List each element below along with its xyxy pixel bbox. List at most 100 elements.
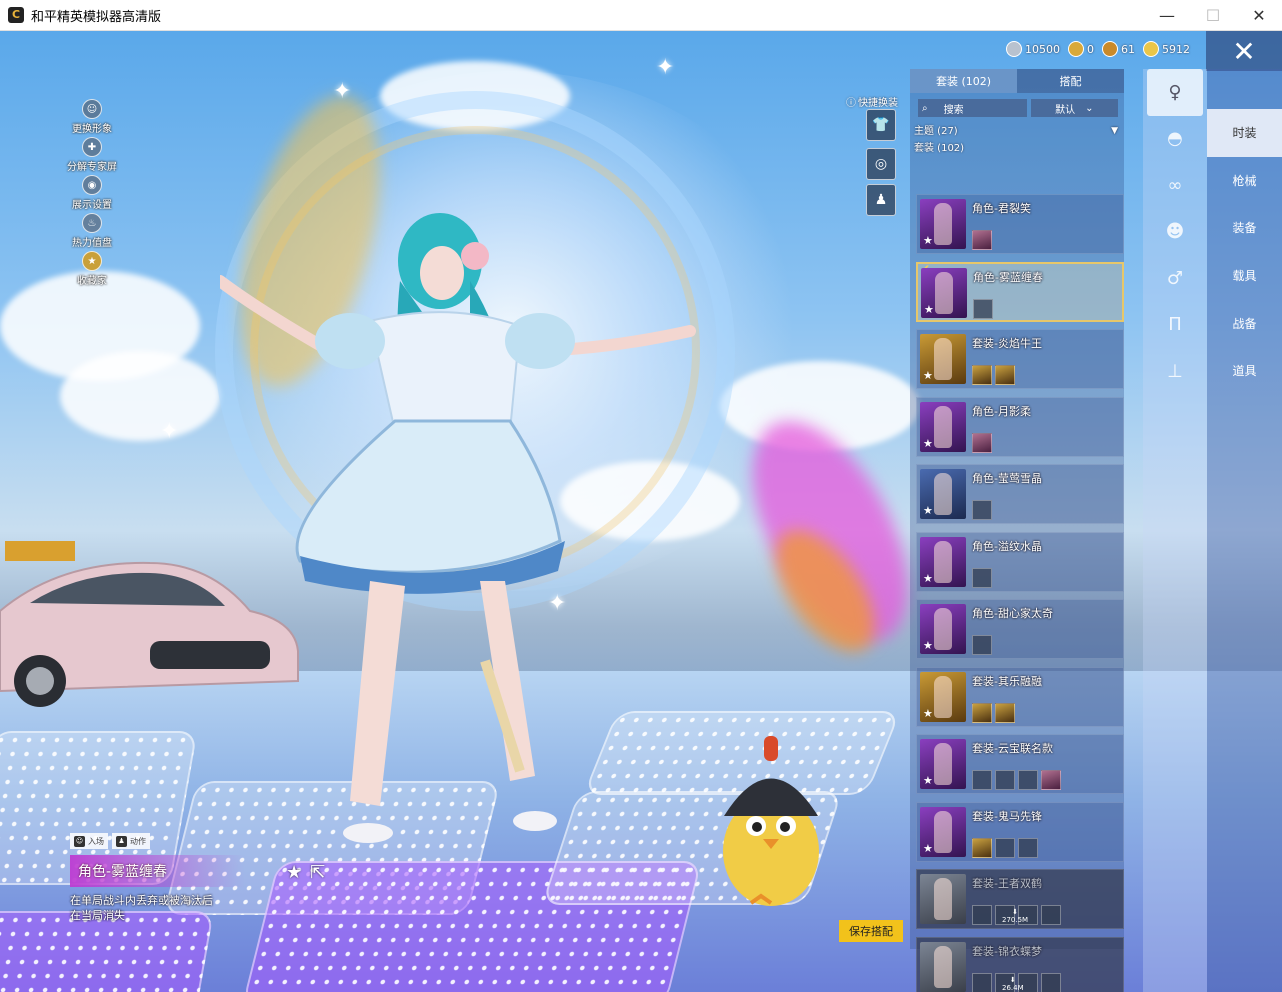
top-icon[interactable]: ♂ — [1143, 255, 1207, 302]
section-equipment[interactable]: 装备 — [1207, 204, 1282, 252]
outfit-name: 套装-云宝联名款 — [972, 742, 1053, 755]
list-item-locked[interactable]: 套装-王者双鹤 ⬇ 270.5M — [916, 869, 1124, 929]
list-item[interactable]: ★ 套装-炎焰牛王 — [916, 329, 1124, 389]
outfit-thumbnail: ★ — [920, 739, 966, 789]
list-item[interactable]: ★ 套装-云宝联名款 — [916, 734, 1124, 794]
favorite-star-icon[interactable]: ★ — [923, 234, 933, 247]
left-menu-item-display-settings[interactable]: ◉ 展示设置 — [62, 175, 122, 213]
quick-slot-outfit[interactable]: 👕 — [866, 109, 896, 141]
left-menu-item-split[interactable]: ✚ 分解专家屏 — [62, 137, 122, 175]
list-item-locked[interactable]: 套装-锦衣蝶梦 ⬇ 26.4M — [916, 936, 1124, 992]
quick-change-label: ⓘ 快捷换装 — [846, 94, 898, 109]
sort-label: 默认 — [1055, 104, 1076, 116]
download-badge[interactable]: ⬇ 270.5M — [1002, 908, 1028, 924]
category-theme[interactable]: 主题 (27) ▼ — [914, 123, 1124, 140]
favorite-star-icon[interactable]: ★ — [923, 504, 933, 517]
favorite-star-icon[interactable]: ★ — [923, 842, 933, 855]
part-thumbnail — [972, 770, 992, 790]
left-menu-item-change-avatar[interactable]: ☺ 更换形象 — [62, 99, 122, 137]
list-item[interactable]: ★ 角色-溢纹水晶 — [916, 531, 1124, 592]
currency-bar: 10500 0 61 5912 — [1006, 41, 1190, 57]
list-item[interactable]: ★ 套装-鬼马先锋 — [916, 801, 1124, 862]
search-input[interactable]: ⌕ 搜索 — [918, 99, 1027, 117]
favorite-star-icon[interactable]: ★ — [924, 303, 934, 316]
part-thumbnail — [972, 837, 992, 858]
favorite-star-icon[interactable]: ★ — [923, 437, 933, 450]
part-thumbnail — [972, 365, 992, 385]
close-icon[interactable]: ✕ — [1206, 31, 1282, 71]
hat-icon[interactable]: ◓ — [1143, 116, 1207, 163]
part-thumbnail — [995, 837, 1015, 858]
share-icon[interactable]: ⇱ — [310, 862, 325, 883]
outfit-name: 角色-君裂笑 — [972, 202, 1031, 215]
favorite-star-icon[interactable]: ★ — [286, 862, 302, 883]
part-thumbnail — [972, 567, 992, 588]
currency-silver: 10500 — [1006, 41, 1060, 57]
part-thumbnail — [1041, 905, 1061, 925]
outfit-name: 套装-锦衣蝶梦 — [972, 944, 1042, 958]
section-guns[interactable]: 枪械 — [1207, 157, 1282, 205]
tab-enter-animation[interactable]: ☺ 入场 — [70, 833, 108, 849]
avatar-icon: ☺ — [82, 99, 102, 119]
left-menu: ☺ 更换形象 ✚ 分解专家屏 ◉ 展示设置 ♨ 热力值盘 ★ 收藏家 — [62, 99, 122, 289]
goggles-icon[interactable]: ∞ — [1143, 162, 1207, 209]
floor-tile — [0, 911, 215, 992]
favorite-star-icon[interactable]: ★ — [923, 572, 933, 585]
favorite-star-icon[interactable]: ★ — [923, 639, 933, 652]
outfit-note: 在单局战斗内丢弃或被淘汰后在当局消失 — [70, 894, 213, 922]
quick-slot-emblem[interactable]: ◎ — [866, 148, 896, 180]
window-controls: — ☐ ✕ — [1144, 0, 1282, 31]
action-icon: ♟ — [116, 835, 127, 847]
outfit-thumbnail: ★ — [920, 401, 966, 452]
window-titlebar: C 和平精英模拟器高清版 — ☐ ✕ — [0, 0, 1282, 31]
list-item[interactable]: ★ 角色-甜心家太奇 — [916, 599, 1124, 659]
full-outfit-icon[interactable]: ♀ — [1147, 69, 1203, 116]
minimize-button[interactable]: — — [1144, 0, 1190, 31]
download-badge[interactable]: ⬇ 26.4M — [1002, 976, 1024, 992]
part-thumbnail — [972, 635, 992, 655]
list-item-selected[interactable]: ✔ ★ 角色-雾蓝缠春 — [916, 261, 1124, 322]
panel-tabs: 套装 (102) 搭配 — [910, 69, 1124, 93]
part-thumbnail — [995, 702, 1015, 723]
tab-match[interactable]: 搭配 — [1017, 69, 1124, 93]
currency-token: 0 — [1068, 41, 1094, 57]
help-icon[interactable]: ⓘ — [846, 94, 856, 109]
chevron-down-icon: ⌄ — [1085, 102, 1094, 114]
left-menu-item-heat[interactable]: ♨ 热力值盘 — [62, 213, 122, 251]
sort-dropdown[interactable]: 默认 ⌄ — [1030, 99, 1118, 117]
shoes-icon[interactable]: ⊥ — [1143, 348, 1207, 395]
list-item[interactable]: ★ 角色-君裂笑 — [916, 194, 1124, 254]
currency-value: 10500 — [1025, 42, 1060, 56]
favorite-star-icon[interactable]: ★ — [923, 707, 933, 720]
maximize-button[interactable]: ☐ — [1190, 0, 1236, 31]
mask-icon[interactable]: ☻ — [1143, 209, 1207, 256]
save-outfit-button[interactable]: 保存搭配 — [839, 920, 903, 942]
left-menu-label: 更换形象 — [72, 124, 112, 135]
download-size: 26.4M — [1002, 983, 1024, 992]
favorite-star-icon[interactable]: ★ — [923, 774, 933, 787]
tab-enter-label: 入场 — [88, 836, 104, 846]
close-window-button[interactable]: ✕ — [1236, 0, 1282, 31]
section-fashion[interactable]: 时装 — [1207, 109, 1282, 157]
cloud — [60, 351, 220, 441]
favorite-star-icon[interactable]: ★ — [923, 369, 933, 382]
sparkle-icon: ✦ — [333, 79, 352, 104]
tab-action[interactable]: ♟ 动作 — [112, 833, 150, 849]
pants-icon[interactable]: Π — [1143, 302, 1207, 349]
list-item[interactable]: ★ 角色-莹莺雪晶 — [916, 464, 1124, 524]
outfit-thumbnail: ★ — [920, 199, 966, 249]
category-suits[interactable]: 套装 (102) — [914, 140, 1124, 157]
tab-suits[interactable]: 套装 (102) — [910, 69, 1017, 93]
section-vehicles[interactable]: 载具 — [1207, 252, 1282, 300]
currency-value: 61 — [1121, 42, 1135, 56]
outfit-thumbnail: ★ — [920, 671, 966, 722]
left-menu-label: 分解专家屏 — [67, 162, 117, 173]
section-battle-prep[interactable]: 战备 — [1207, 299, 1282, 347]
part-thumbnail — [1018, 837, 1038, 858]
list-item[interactable]: ★ 套装-其乐融融 — [916, 666, 1124, 727]
left-menu-item-collector[interactable]: ★ 收藏家 — [62, 251, 122, 289]
list-item[interactable]: ★ 角色-月影柔 — [916, 396, 1124, 457]
outfit-thumbnail: ★ — [921, 267, 967, 318]
section-items[interactable]: 道具 — [1207, 347, 1282, 395]
quick-slot-figure[interactable]: ♟ — [866, 184, 896, 216]
